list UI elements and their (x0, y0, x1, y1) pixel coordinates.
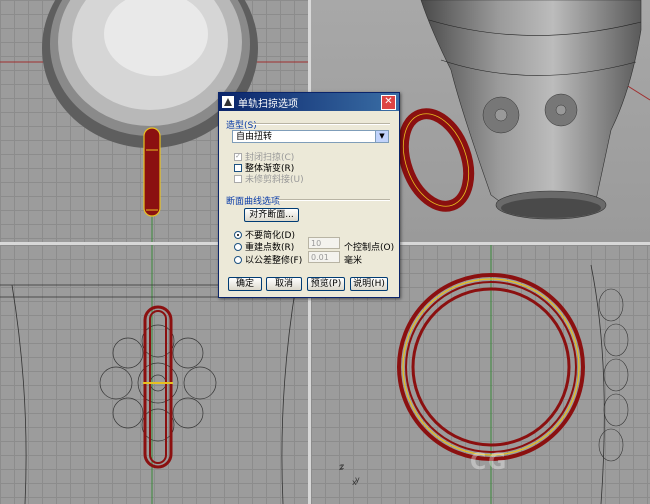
millimeter-unit: 毫米 (344, 256, 363, 266)
close-button[interactable]: ✕ (381, 95, 396, 110)
style-section-divider (252, 123, 390, 125)
style-select[interactable]: 自由扭转 ▼ (232, 130, 389, 143)
refit-tolerance-field[interactable]: 0.01 (308, 251, 340, 263)
cross-section-section-label: 断面曲线选项 (226, 197, 281, 207)
rebuild-points-radio-row[interactable]: 重建点数(R) (234, 240, 294, 253)
cross-section-divider (278, 199, 390, 201)
chevron-down-icon[interactable]: ▼ (375, 131, 388, 142)
refit-tolerance-radio-row[interactable]: 以公差整修(F) (234, 253, 302, 266)
style-select-value: 自由扭转 (236, 132, 273, 142)
preview-button[interactable]: 预览(P) (307, 277, 345, 291)
refit-tolerance-radio[interactable] (234, 255, 242, 264)
dialog-title: 单轨扫掠选项 (238, 98, 298, 110)
cancel-button[interactable]: 取消 (266, 277, 302, 291)
rebuild-points-field[interactable]: 10 (308, 237, 340, 249)
rebuild-points-radio[interactable] (234, 242, 242, 251)
closed-sweep-checkbox[interactable]: ✓ (234, 152, 242, 161)
rhino-app-icon (222, 96, 234, 108)
global-shape-blending-checkbox[interactable] (234, 163, 242, 172)
control-points-unit: 个控制点(O) (344, 243, 395, 253)
watermark-logo: CG (470, 450, 509, 475)
help-button[interactable]: 说明(H) (350, 277, 388, 291)
front-axis-x-label: x (352, 478, 357, 487)
front-axis-z-label: z (340, 462, 345, 471)
refit-tolerance-label: 以公差整修(F) (245, 256, 303, 266)
align-cross-sections-button[interactable]: 对齐断面... (244, 208, 299, 222)
untrimmed-miters-label: 未修剪斜接(U) (245, 175, 304, 185)
rebuild-points-label: 重建点数(R) (245, 243, 295, 253)
do-not-simplify-radio[interactable] (234, 230, 242, 239)
dialog-titlebar[interactable]: 单轨扫掠选项 ✕ (219, 93, 399, 111)
untrimmed-miters-checkbox-row[interactable]: 未修剪斜接(U) (234, 172, 304, 185)
untrimmed-miters-checkbox[interactable] (234, 174, 242, 183)
ok-button[interactable]: 确定 (228, 277, 262, 291)
